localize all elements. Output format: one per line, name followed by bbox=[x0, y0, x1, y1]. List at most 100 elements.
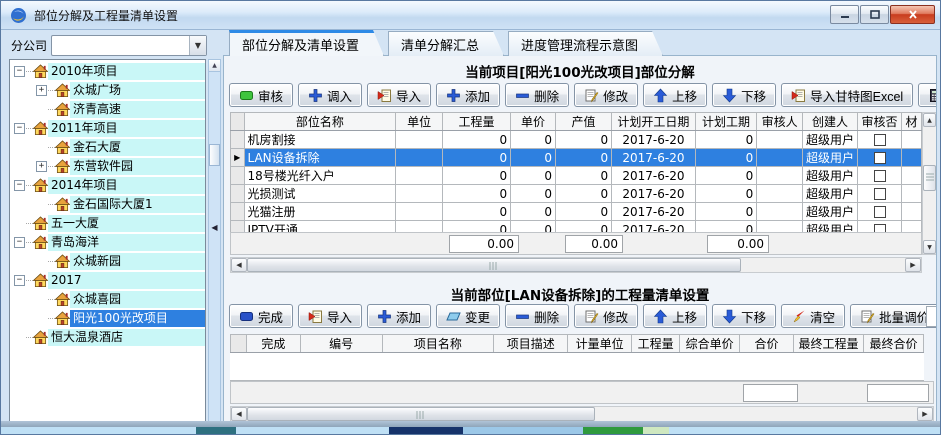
audited-checkbox[interactable] bbox=[874, 224, 886, 232]
tree-toggle-minus-icon[interactable]: − bbox=[14, 123, 25, 134]
tree-toggle-plus-icon[interactable]: + bbox=[36, 85, 47, 96]
button-label: 修改 bbox=[603, 86, 628, 105]
table-row[interactable]: 18号楼光纤入户0002017-6-200超级用户 bbox=[231, 167, 922, 185]
column-header-最终合价[interactable]: 最终合价 bbox=[863, 335, 923, 353]
toolbar-button-添加[interactable]: 添加 bbox=[436, 83, 500, 107]
tree-item[interactable]: +东营软件园 bbox=[10, 157, 205, 176]
column-header-合价[interactable]: 合价 bbox=[740, 335, 794, 353]
audited-checkbox[interactable] bbox=[874, 170, 886, 182]
tree-item[interactable]: 金石大厦 bbox=[10, 138, 205, 157]
table-row[interactable]: 机房割接0002017-6-200超级用户 bbox=[231, 131, 922, 149]
chevron-down-icon[interactable]: ▼ bbox=[189, 36, 206, 55]
scroll-right-icon[interactable]: ▶ bbox=[917, 407, 933, 421]
column-header-最终工程量[interactable]: 最终工程量 bbox=[793, 335, 863, 353]
toolbar-button-修改[interactable]: 修改 bbox=[574, 304, 638, 328]
scroll-left-icon[interactable]: ◀ bbox=[231, 258, 247, 272]
column-header-综合单价[interactable]: 综合单价 bbox=[680, 335, 740, 353]
scroll-left-icon[interactable]: ◀ bbox=[231, 407, 247, 421]
audited-checkbox[interactable] bbox=[874, 134, 886, 146]
tree-scrollbar[interactable]: ▲ ◀ bbox=[208, 59, 221, 422]
tree-item[interactable]: +众城广场 bbox=[10, 81, 205, 100]
column-header-计划开工日期[interactable]: 计划开工日期 bbox=[612, 113, 696, 131]
toolbar-button-上移[interactable]: 上移 bbox=[643, 83, 707, 107]
tree-item[interactable]: 济青高速 bbox=[10, 100, 205, 119]
column-header-工程量[interactable]: 工程量 bbox=[442, 113, 510, 131]
tree-scrollbar-thumb[interactable] bbox=[209, 144, 220, 166]
minimize-button[interactable] bbox=[830, 5, 859, 24]
hscrollbar-thumb[interactable] bbox=[247, 407, 595, 421]
toolbar-button-删除[interactable]: 删除 bbox=[505, 83, 569, 107]
close-button[interactable] bbox=[890, 5, 935, 24]
tree-item[interactable]: −2017 bbox=[10, 271, 205, 290]
parts-table-vscrollbar[interactable]: ▲ ▼ bbox=[922, 112, 937, 255]
tree-item[interactable]: 五一大厦 bbox=[10, 214, 205, 233]
tree-item[interactable]: 众城新园 bbox=[10, 252, 205, 271]
toolbar-button-清空[interactable]: 清空 bbox=[781, 304, 845, 328]
toolbar-button-调入[interactable]: 调入 bbox=[298, 83, 362, 107]
toolbar-button-校[interactable]: 校 bbox=[918, 83, 937, 107]
column-header-材[interactable]: 材 bbox=[901, 113, 921, 131]
toolbar-button-删除[interactable]: 删除 bbox=[505, 304, 569, 328]
hscrollbar-thumb[interactable] bbox=[247, 258, 741, 272]
column-header-单价[interactable]: 单价 bbox=[511, 113, 556, 131]
tab-1[interactable]: 部位分解及清单设置 bbox=[229, 30, 384, 56]
splitter-collapse-icon[interactable]: ◀ bbox=[209, 215, 220, 239]
company-combobox[interactable]: ▼ bbox=[51, 35, 207, 56]
tree-item[interactable]: −2011年项目 bbox=[10, 119, 205, 138]
tree-toggle-minus-icon[interactable]: − bbox=[14, 180, 25, 191]
column-header-单位[interactable]: 单位 bbox=[396, 113, 443, 131]
tree-item[interactable]: −青岛海洋 bbox=[10, 233, 205, 252]
tree-toggle-minus-icon[interactable]: − bbox=[14, 275, 25, 286]
toolbar-button-下移[interactable]: 下移 bbox=[712, 304, 776, 328]
column-header-工程量[interactable]: 工程量 bbox=[632, 335, 680, 353]
parts-table-hscrollbar[interactable]: ◀ ▶ bbox=[230, 257, 922, 273]
tree-item[interactable]: 阳光100光改项目 bbox=[10, 309, 205, 328]
toolbar-button-导入[interactable]: 导入 bbox=[367, 83, 431, 107]
toolbar-button-下移[interactable]: 下移 bbox=[712, 83, 776, 107]
toolbar-button-上移[interactable]: 上移 bbox=[643, 304, 707, 328]
table-row[interactable]: 光损测试0002017-6-200超级用户 bbox=[231, 185, 922, 203]
maximize-button[interactable] bbox=[860, 5, 889, 24]
column-header-审核否[interactable]: 审核否 bbox=[858, 113, 902, 131]
tree-item[interactable]: −2014年项目 bbox=[10, 176, 205, 195]
tab-3[interactable]: 进度管理流程示意图 bbox=[508, 31, 663, 56]
tree-toggle-minus-icon[interactable]: − bbox=[14, 237, 25, 248]
boq-table-hscrollbar[interactable]: ◀ ▶ bbox=[230, 406, 934, 422]
toolbar-button-批量调价[interactable]: 批量调价 bbox=[850, 304, 937, 328]
table-row[interactable]: 光猫注册0002017-6-200超级用户 bbox=[231, 203, 922, 221]
column-header-审核人[interactable]: 审核人 bbox=[757, 113, 803, 131]
column-header-产值[interactable]: 产值 bbox=[556, 113, 612, 131]
toolbar-button-审核[interactable]: 审核 bbox=[229, 83, 293, 107]
tree-item[interactable]: 众城喜园 bbox=[10, 290, 205, 309]
column-header-部位名称[interactable]: 部位名称 bbox=[244, 113, 396, 131]
toolbar-button-导入[interactable]: 导入 bbox=[298, 304, 362, 328]
tree-item[interactable]: 恒大温泉酒店 bbox=[10, 328, 205, 347]
scroll-up-icon[interactable]: ▲ bbox=[209, 60, 220, 72]
column-header-创建人[interactable]: 创建人 bbox=[803, 113, 858, 131]
tree-toggle-plus-icon[interactable]: + bbox=[36, 161, 47, 172]
toolbar-button-变更[interactable]: 变更 bbox=[436, 304, 500, 328]
table-row[interactable]: ▶LAN设备拆除0002017-6-200超级用户 bbox=[231, 149, 922, 167]
column-header-编号[interactable]: 编号 bbox=[300, 335, 382, 353]
tree-item[interactable]: 金石国际大厦1 bbox=[10, 195, 205, 214]
table-row[interactable]: IPTV开通0002017-6-200超级用户 bbox=[231, 221, 922, 233]
scroll-up-icon[interactable]: ▲ bbox=[923, 113, 936, 127]
toolbar-button-导入甘特图Excel[interactable]: 导入甘特图Excel bbox=[781, 83, 913, 107]
scroll-down-icon[interactable]: ▼ bbox=[923, 240, 936, 254]
tree-toggle-minus-icon[interactable]: − bbox=[14, 66, 25, 77]
toolbar-button-完成[interactable]: 完成 bbox=[229, 304, 293, 328]
audited-checkbox[interactable] bbox=[874, 152, 886, 164]
column-header-项目名称[interactable]: 项目名称 bbox=[382, 335, 494, 353]
scroll-right-icon[interactable]: ▶ bbox=[905, 258, 921, 272]
tab-2[interactable]: 清单分解汇总 bbox=[388, 31, 504, 56]
tree-item[interactable]: −2010年项目 bbox=[10, 62, 205, 81]
toolbar-button-添加[interactable]: 添加 bbox=[367, 304, 431, 328]
column-header-计量单位[interactable]: 计量单位 bbox=[568, 335, 632, 353]
column-header-项目描述[interactable]: 项目描述 bbox=[494, 335, 568, 353]
audited-checkbox[interactable] bbox=[874, 188, 886, 200]
column-header-完成[interactable]: 完成 bbox=[246, 335, 300, 353]
column-header-计划工期[interactable]: 计划工期 bbox=[695, 113, 757, 131]
vscrollbar-thumb[interactable] bbox=[923, 165, 936, 191]
audited-checkbox[interactable] bbox=[874, 206, 886, 218]
toolbar-button-修改[interactable]: 修改 bbox=[574, 83, 638, 107]
